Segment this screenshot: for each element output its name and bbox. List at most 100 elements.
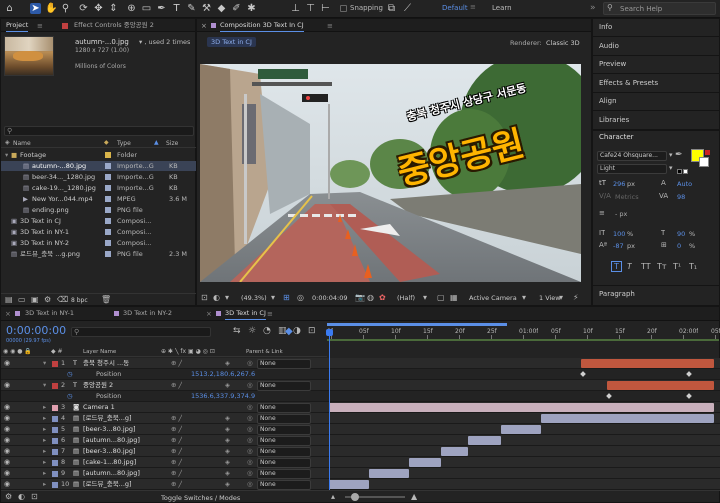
stroke-width-value[interactable]: - px [615,210,627,218]
chevron-right-icon[interactable]: ▸ [43,468,46,479]
new-composition-icon[interactable]: ▣ [31,295,39,304]
pan-behind-icon[interactable]: ⊕ [126,3,137,14]
resolution-dropdown[interactable]: (Half) [397,294,415,302]
timeline-search-input[interactable]: ⚲ [71,327,211,337]
chevron-down-icon[interactable]: ▾ [669,151,673,159]
views-dropdown[interactable]: 1 View [539,294,561,302]
close-tab-icon[interactable]: × [206,310,212,318]
pick-whip-icon[interactable]: ◎ [247,358,253,369]
label-color-swatch[interactable] [52,471,58,477]
visibility-eye-icon[interactable]: ◉ [4,479,10,490]
font-size-value[interactable]: 296 [613,180,625,188]
panel-preview[interactable]: Preview [599,60,626,68]
pick-whip-icon[interactable]: ◎ [247,446,253,457]
chevron-right-icon[interactable]: ▸ [43,457,46,468]
vertical-scale-value[interactable]: 100 [613,230,625,238]
chevron-right-icon[interactable]: ▸ [43,402,46,413]
view-options-icon[interactable]: ◐ [213,293,220,302]
workspace-learn[interactable]: Learn [492,4,512,12]
pick-whip-icon[interactable]: ◎ [247,380,253,391]
parent-dropdown[interactable]: None [257,425,311,435]
pick-whip-icon[interactable]: ◎ [247,435,253,446]
grid-options-icon[interactable]: ⊞ [283,293,290,302]
layer-name[interactable]: [cake-1...80.jpg] [83,457,158,468]
layer-row[interactable]: ◉ ▸ 6 ▤ [autumn...80.jpg] ⊕ ╱ ◈ ◎ None [1,435,720,446]
region-of-interest-icon[interactable]: ▢ [437,293,445,302]
layer-duration-bar[interactable] [441,447,468,456]
leading-value[interactable]: Auto [677,180,692,188]
layer-row[interactable]: ◉ ▾ 1 T 충북 청주시 ...동 ⊕ ╱ ◈ ◎ None [1,358,720,369]
eyedropper-icon[interactable]: ✒ [675,150,683,160]
tsume-value[interactable]: 0 [677,242,681,250]
property-value[interactable]: 1513.2,180.6,267.6 [191,369,255,380]
label-color-swatch[interactable] [52,449,58,455]
transfer-controls-icon[interactable]: ◐ [18,492,25,501]
label-color-swatch[interactable] [105,240,111,246]
layer-row[interactable]: ◉ ▸ 7 ▤ [beer-3...80.jpg] ⊕ ╱ ◈ ◎ None [1,446,720,457]
tab-timeline-ny2[interactable]: 3D Text in NY-2 [120,307,175,320]
layer-duration-bar[interactable] [501,425,541,434]
layer-switches[interactable]: ⊕ ╱ [171,358,182,369]
channel-icon[interactable]: ✿ [379,293,386,302]
label-color-swatch[interactable] [105,163,111,169]
layer-duration-bar[interactable] [581,359,714,368]
hand-tool-icon[interactable]: ✋ [45,3,57,14]
parent-dropdown[interactable]: None [257,381,311,391]
trash-icon[interactable]: 🗑 [101,295,111,304]
zoom-dropdown[interactable]: (49.3%) [241,294,267,302]
renderer-value[interactable]: Classic 3D [546,39,580,47]
chevron-down-icon[interactable]: ▾ [522,293,526,302]
parent-dropdown[interactable]: None [257,447,311,457]
paragraph-title[interactable]: Paragraph [599,290,635,298]
3d-layer-icon[interactable]: ◈ [225,435,230,446]
transparency-grid-icon[interactable]: ▦ [450,293,458,302]
col-size[interactable]: Size [166,140,178,147]
close-tab-icon[interactable]: × [5,310,11,318]
project-item[interactable]: ▤ cake-19..._1280.jpg Importe...G KB [1,183,197,193]
label-color-swatch[interactable] [52,438,58,444]
home-icon[interactable]: ⌂ [4,3,15,14]
orbit-camera-icon[interactable]: ⟳ [78,3,89,14]
chevron-down-icon[interactable]: ▾ [669,164,673,172]
3d-layer-icon[interactable]: ◈ [225,424,230,435]
snapshot-icon[interactable]: 📷 [355,293,365,302]
new-folder-icon[interactable]: ▭ [18,295,26,304]
visibility-eye-icon[interactable]: ◉ [4,446,10,457]
tab-timeline-cj[interactable]: 3D Text in CJ [222,307,269,320]
project-item[interactable]: ▤ autumn-...80.jpg Importe...G KB [1,161,197,171]
layer-switches[interactable]: ⊕ ╱ [171,457,182,468]
layer-name[interactable]: [autumn...80.jpg] [83,435,158,446]
small-caps-button[interactable]: Tт [657,262,667,271]
layer-row[interactable]: ◉ ▾ 2 T 중앙공원 2 ⊕ ╱ ◈ ◎ None [1,380,720,391]
selection-tool-icon[interactable]: ➤ [30,3,41,14]
pick-whip-icon[interactable]: ◎ [247,468,253,479]
keyframe[interactable] [606,393,612,399]
layer-switches[interactable]: ⊕ ╱ [171,446,182,457]
chevron-down-icon[interactable]: ▾ [271,293,275,302]
zoom-slider-handle[interactable] [351,493,359,501]
chevron-down-icon[interactable]: ▾ [43,358,46,369]
zoom-tool-icon[interactable]: ⚲ [60,3,71,14]
shy-layers-icon[interactable]: ◔ [263,326,271,336]
label-color-swatch[interactable] [105,218,111,224]
keyframe[interactable] [686,371,692,377]
rectangle-tool-icon[interactable]: ▭ [141,3,152,14]
panel-audio[interactable]: Audio [599,42,619,50]
snap-edges-icon[interactable]: ⟋ [402,3,413,14]
stopwatch-icon[interactable]: ◷ [67,391,73,402]
zoom-out-icon[interactable]: ▴ [331,492,335,501]
parent-dropdown[interactable]: None [257,480,311,490]
3d-layer-icon[interactable]: ◈ [225,358,230,369]
clone-stamp-icon[interactable]: ⚒ [201,3,212,14]
visibility-eye-icon[interactable]: ◉ [4,435,10,446]
panel-info[interactable]: Info [599,23,612,31]
no-color-icon[interactable] [705,150,710,155]
world-axis-icon[interactable]: ⊤ [305,3,316,14]
camera-view-dropdown[interactable]: Active Camera [469,294,517,302]
label-color-swatch[interactable] [52,427,58,433]
label-color-swatch[interactable] [52,361,58,367]
chevron-right-icon[interactable]: ▸ [43,424,46,435]
chevron-right-icon[interactable]: ▸ [43,435,46,446]
label-color-swatch[interactable] [105,251,111,257]
visibility-eye-icon[interactable]: ◉ [4,358,10,369]
